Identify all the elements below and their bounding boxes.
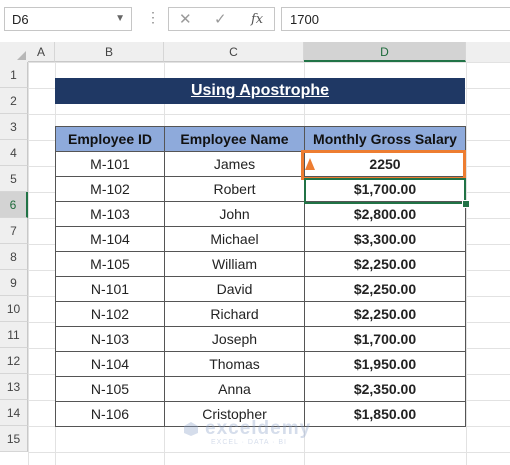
row-header-3[interactable]: 3 [0, 114, 28, 140]
row-header-4[interactable]: 4 [0, 140, 28, 166]
row-header-9[interactable]: 9 [0, 270, 28, 296]
row-header-1[interactable]: 1 [0, 62, 28, 88]
column-header-b[interactable]: B [55, 42, 164, 62]
table-row: M-103 John $2,800.00 [55, 201, 466, 227]
cell-employee-name[interactable]: Thomas [164, 351, 305, 377]
formula-input[interactable]: 1700 [281, 7, 510, 31]
exceldemy-watermark: exceldemy EXCEL · DATA · BI [183, 418, 333, 448]
table-row: N-103 Joseph $1,700.00 [55, 326, 466, 352]
cell-monthly-gross-salary[interactable]: $3,300.00 [304, 226, 466, 252]
formula-value: 1700 [290, 12, 319, 27]
cell-employee-id[interactable]: M-105 [55, 251, 165, 277]
cell-employee-name[interactable]: William [164, 251, 305, 277]
highlight-box [301, 150, 466, 180]
table-row: N-102 Richard $2,250.00 [55, 301, 466, 327]
fill-handle[interactable] [462, 200, 470, 208]
cell-employee-name[interactable]: Robert [164, 176, 305, 202]
row-header-6[interactable]: 6 [0, 192, 28, 218]
cell-employee-id[interactable]: N-106 [55, 401, 165, 427]
column-header-c[interactable]: C [164, 42, 304, 62]
cell-employee-id[interactable]: M-101 [55, 151, 165, 177]
cell-monthly-gross-salary[interactable]: $2,800.00 [304, 201, 466, 227]
cell-employee-id[interactable]: M-104 [55, 226, 165, 252]
cell-employee-id[interactable]: M-103 [55, 201, 165, 227]
cell-employee-id[interactable]: N-104 [55, 351, 165, 377]
chevron-down-icon[interactable]: ▼ [115, 13, 125, 24]
row-header-10[interactable]: 10 [0, 296, 28, 322]
cell-employee-name[interactable]: James [164, 151, 305, 177]
sheet-title: Using Apostrophe [55, 78, 465, 104]
cell-employee-name[interactable]: Anna [164, 376, 305, 402]
header-employee-name[interactable]: Employee Name [164, 126, 305, 152]
watermark-brand: exceldemy [205, 418, 312, 439]
name-box[interactable]: D6 ▼ [4, 7, 132, 31]
exceldemy-logo-icon [184, 422, 198, 436]
cell-employee-id[interactable]: N-105 [55, 376, 165, 402]
cell-monthly-gross-salary[interactable]: $1,950.00 [304, 351, 466, 377]
column-header-d[interactable]: D [304, 42, 466, 62]
more-options-icon: ⋮ [146, 9, 160, 25]
cell-employee-name[interactable]: Richard [164, 301, 305, 327]
cell-employee-name[interactable]: Joseph [164, 326, 305, 352]
table-row: N-105 Anna $2,350.00 [55, 376, 466, 402]
formula-bar: D6 ▼ ⋮ ✕ ✓ fx 1700 [0, 0, 510, 40]
row-header-8[interactable]: 8 [0, 244, 28, 270]
cell-employee-name[interactable]: David [164, 276, 305, 302]
header-employee-id[interactable]: Employee ID [55, 126, 165, 152]
watermark-tagline: EXCEL · DATA · BI [211, 439, 287, 446]
cell-monthly-gross-salary[interactable]: $2,250.00 [304, 276, 466, 302]
row-header-15[interactable]: 15 [0, 426, 28, 452]
text-number-warning-icon[interactable] [305, 158, 315, 170]
cell-monthly-gross-salary[interactable]: $2,250.00 [304, 251, 466, 277]
row-header-7[interactable]: 7 [0, 218, 28, 244]
table-row: M-105 William $2,250.00 [55, 251, 466, 277]
row-header-2[interactable]: 2 [0, 88, 28, 114]
header-monthly-gross-salary[interactable]: Monthly Gross Salary [304, 126, 466, 152]
cell-monthly-gross-salary[interactable]: $2,250.00 [304, 301, 466, 327]
row-header-12[interactable]: 12 [0, 348, 28, 374]
row-header-5[interactable]: 5 [0, 166, 28, 192]
cell-employee-id[interactable]: N-101 [55, 276, 165, 302]
row-header-11[interactable]: 11 [0, 322, 28, 348]
close-icon[interactable]: ✕ [179, 10, 192, 28]
cell-employee-id[interactable]: N-102 [55, 301, 165, 327]
name-box-value: D6 [12, 12, 29, 27]
check-icon[interactable]: ✓ [214, 10, 227, 28]
table-row: M-104 Michael $3,300.00 [55, 226, 466, 252]
cell-employee-id[interactable]: M-102 [55, 176, 165, 202]
table-row: N-101 David $2,250.00 [55, 276, 466, 302]
cell-employee-name[interactable]: Michael [164, 226, 305, 252]
insert-function-button[interactable]: fx [251, 12, 263, 27]
cell-monthly-gross-salary[interactable]: $1,700.00 [304, 326, 466, 352]
cell-employee-id[interactable]: N-103 [55, 326, 165, 352]
active-cell-d6[interactable] [304, 178, 466, 204]
cell-monthly-gross-salary[interactable]: $2,350.00 [304, 376, 466, 402]
row-header-14[interactable]: 14 [0, 400, 28, 426]
row-header-13[interactable]: 13 [0, 374, 28, 400]
table-header-row: Employee ID Employee Name Monthly Gross … [55, 126, 466, 152]
column-header-a[interactable]: A [28, 42, 55, 62]
formula-buttons: ✕ ✓ fx [168, 7, 275, 31]
table-row: N-104 Thomas $1,950.00 [55, 351, 466, 377]
cell-employee-name[interactable]: John [164, 201, 305, 227]
select-all-button[interactable] [0, 42, 29, 63]
